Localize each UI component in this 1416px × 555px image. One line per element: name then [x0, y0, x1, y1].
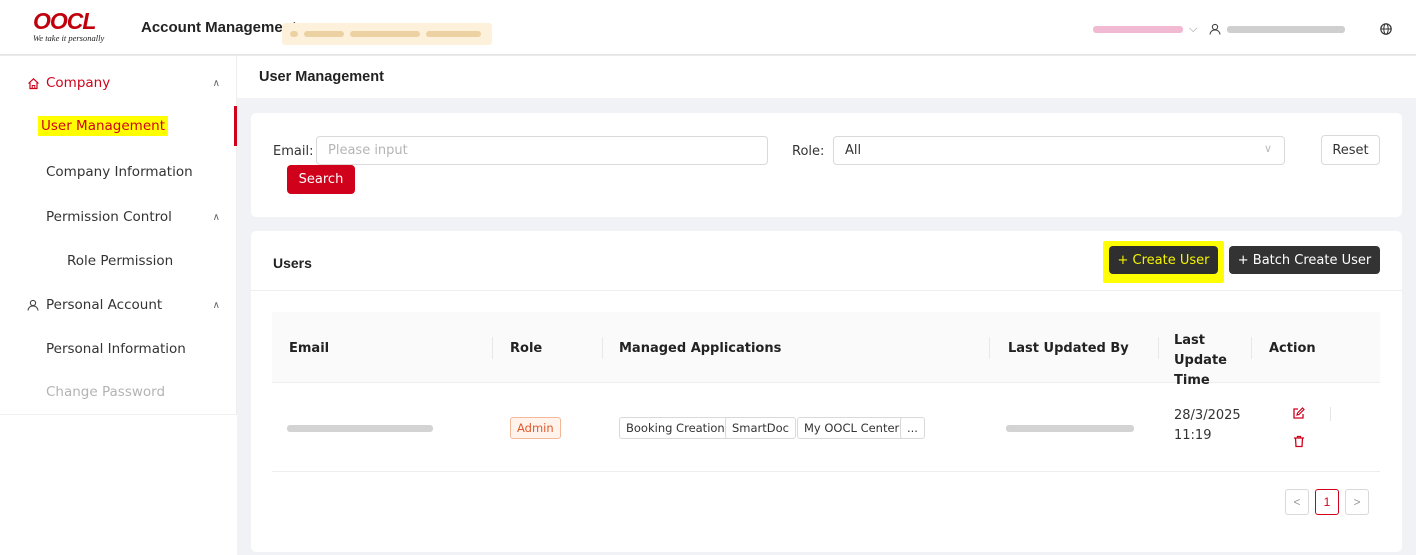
role-badge: Admin — [510, 417, 561, 439]
user-menu[interactable] — [1209, 23, 1345, 35]
page-title: User Management — [259, 69, 384, 85]
sidebar-group-company[interactable]: Company ∧ — [0, 63, 237, 103]
chevron-up-icon: ∧ — [212, 299, 220, 311]
column-header-email: Email — [289, 341, 330, 356]
sidebar-label-personal-information: Personal Information — [46, 341, 186, 357]
column-header-role: Role — [510, 341, 543, 356]
table-row: Admin Booking Creation SmartDoc My OOCL … — [272, 383, 1380, 472]
batch-create-user-button[interactable]: + Batch Create User — [1229, 246, 1380, 274]
top-header: OOCL We take it personally Account Manag… — [0, 0, 1416, 55]
user-icon — [27, 299, 39, 311]
sidebar-item-change-password[interactable]: Change Password — [0, 372, 237, 412]
more-applications-tag[interactable]: ... — [900, 417, 925, 439]
sidebar-group-personal-account[interactable]: Personal Account ∧ — [0, 285, 237, 325]
sidebar-item-role-permission[interactable]: Role Permission — [0, 241, 237, 281]
account-switcher[interactable]: ⌵ — [1093, 23, 1197, 36]
chevron-down-icon: ∨ — [1263, 142, 1272, 155]
sidebar-item-company-information[interactable]: Company Information — [0, 152, 237, 192]
role-select-value: All — [845, 143, 862, 158]
last-update-time: 11:19 — [1174, 428, 1212, 443]
column-header-managed-applications: Managed Applications — [619, 341, 782, 356]
sidebar-label-company: Company — [46, 75, 111, 91]
pagination-page-1[interactable]: 1 — [1315, 489, 1339, 515]
users-panel: Users + Create User + Batch Create User … — [251, 231, 1402, 552]
column-divider — [602, 337, 603, 359]
column-divider — [989, 337, 990, 359]
sidebar-label-role-permission: Role Permission — [67, 253, 174, 269]
sidebar-item-personal-information[interactable]: Personal Information — [0, 329, 237, 369]
chevron-down-icon: ⌵ — [1189, 23, 1198, 35]
table-header: Email Role Managed Applications Last Upd… — [272, 312, 1380, 388]
company-name-redacted — [282, 23, 492, 45]
oocl-logo[interactable]: OOCL We take it personally — [33, 9, 123, 49]
edit-icon[interactable] — [1292, 407, 1305, 420]
application-tag: Booking Creation — [619, 417, 732, 439]
email-input[interactable]: Please input — [316, 136, 768, 165]
last-update-date: 28/3/2025 — [1174, 408, 1241, 423]
pagination-next[interactable]: > — [1345, 489, 1369, 515]
sidebar-item-user-management[interactable]: User Management — [0, 106, 237, 146]
email-label: Email: — [273, 144, 314, 159]
last-updated-by-redacted — [1006, 425, 1134, 432]
search-button[interactable]: Search — [287, 165, 355, 194]
create-user-button[interactable]: + Create User — [1109, 246, 1218, 274]
home-icon — [28, 77, 39, 89]
sidebar-label-company-information: Company Information — [46, 164, 193, 180]
sidebar-empty-area — [0, 414, 237, 555]
action-divider — [1330, 407, 1331, 421]
sidebar-label-change-password: Change Password — [46, 384, 166, 400]
logo-tagline: We take it personally — [33, 33, 105, 43]
logo-text: OOCL — [33, 8, 96, 34]
column-divider — [1158, 337, 1159, 359]
column-divider — [492, 337, 493, 359]
user-icon — [1209, 23, 1221, 35]
chevron-up-icon: ∧ — [212, 77, 220, 89]
pagination-prev[interactable]: < — [1285, 489, 1309, 515]
reset-button[interactable]: Reset — [1321, 135, 1380, 165]
sidebar-label-permission-control: Permission Control — [46, 209, 172, 225]
app-title: Account Management — [141, 19, 297, 36]
filter-panel: Email: Please input Role: All ∨ Reset Se… — [251, 113, 1402, 217]
globe-icon[interactable] — [1380, 23, 1392, 35]
column-header-last-update-time: Last Update Time — [1174, 333, 1227, 388]
email-redacted — [287, 425, 433, 432]
chevron-up-icon: ∧ — [212, 211, 220, 223]
application-tag: SmartDoc — [725, 417, 797, 439]
delete-icon[interactable] — [1293, 435, 1305, 448]
active-indicator — [234, 106, 237, 146]
column-header-last-updated-by: Last Updated By — [1008, 341, 1129, 356]
sidebar-label-personal-account: Personal Account — [46, 297, 163, 313]
role-label: Role: — [792, 144, 825, 159]
application-tag: My OOCL Center — [797, 417, 907, 439]
username-redacted — [1227, 25, 1345, 33]
sidebar-label-user-management: User Management — [38, 116, 168, 136]
account-name-redacted — [1093, 26, 1183, 33]
page-title-bar: User Management — [237, 56, 1416, 98]
users-panel-header: Users + Create User + Batch Create User — [251, 231, 1402, 291]
users-title: Users — [273, 255, 312, 271]
column-divider — [1251, 337, 1252, 359]
role-select[interactable]: All ∨ — [833, 136, 1285, 165]
sidebar-group-permission-control[interactable]: Permission Control ∧ — [0, 197, 237, 237]
column-header-action: Action — [1269, 341, 1316, 356]
